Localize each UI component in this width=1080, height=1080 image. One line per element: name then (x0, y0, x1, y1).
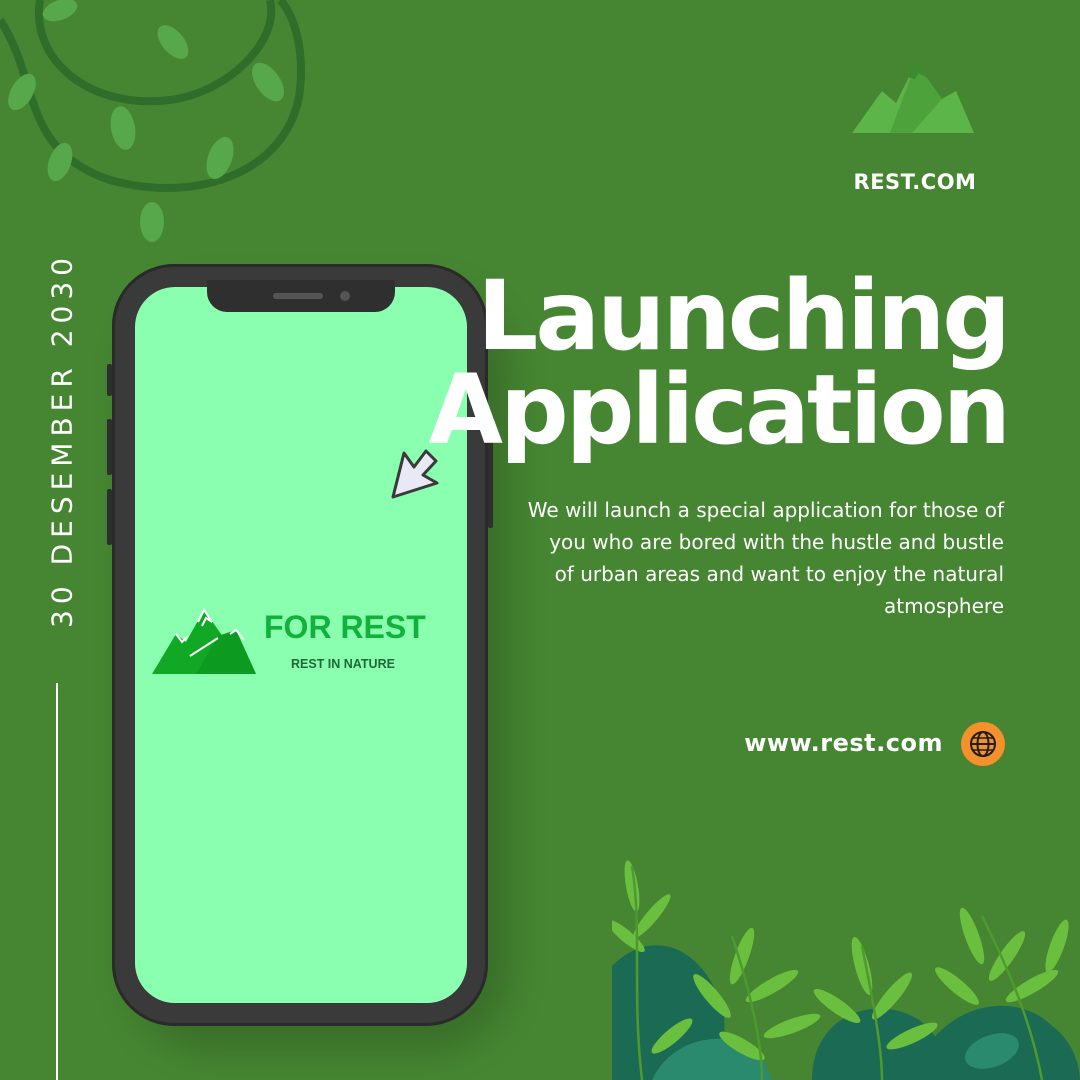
website-link[interactable]: www.rest.com (744, 729, 943, 757)
globe-icon (961, 722, 1005, 766)
brand-name: REST.COM (853, 170, 977, 194)
phone-button-volume-down (107, 489, 112, 545)
description-text: We will launch a special application for… (527, 498, 1004, 618)
plant-decoration (612, 860, 1080, 1080)
phone-button-mute (107, 364, 112, 396)
headline-line-1: Launching (477, 260, 1011, 372)
mountain-icon (852, 61, 974, 133)
phone-camera (340, 291, 350, 301)
mountain-icon (152, 608, 256, 674)
launch-date: 30 DESEMBER 2030 (45, 252, 79, 628)
app-title: FOR REST (264, 609, 426, 645)
date-divider (56, 683, 58, 1080)
phone-speaker (273, 293, 323, 299)
phone-button-volume-up (107, 419, 112, 475)
app-tagline: REST IN NATURE (291, 657, 395, 671)
headline-line-2: Application (428, 354, 1011, 466)
vine-decoration (0, 0, 305, 242)
